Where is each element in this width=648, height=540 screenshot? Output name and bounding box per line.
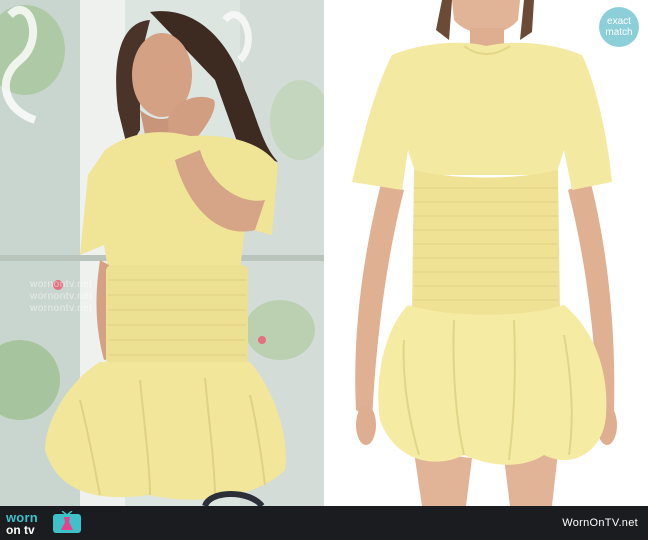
tv-dress-logo-icon — [53, 511, 81, 533]
wornontv-logo[interactable]: worn on tv — [4, 509, 84, 537]
badge-line-2: match — [605, 27, 633, 38]
exact-match-badge: exact match — [599, 7, 639, 47]
site-name: WornOnTV.net — [562, 517, 638, 529]
photo-watermark: wornontv.net — [30, 303, 93, 314]
product-photo-illustration — [324, 0, 648, 506]
footer-bar: worn on tv WornOnTV.net — [0, 506, 648, 540]
worn-photo: wornontv.net wornontv.net wornontv.net — [0, 0, 324, 506]
photo-watermark: wornontv.net — [30, 279, 93, 290]
page: wornontv.net wornontv.net wornontv.net e… — [0, 0, 648, 540]
photo-watermark: wornontv.net — [30, 291, 93, 302]
product-photo — [324, 0, 648, 506]
logo-ontv-text: on tv — [6, 523, 35, 537]
badge-line-1: exact — [607, 16, 631, 27]
worn-photo-illustration — [0, 0, 324, 506]
